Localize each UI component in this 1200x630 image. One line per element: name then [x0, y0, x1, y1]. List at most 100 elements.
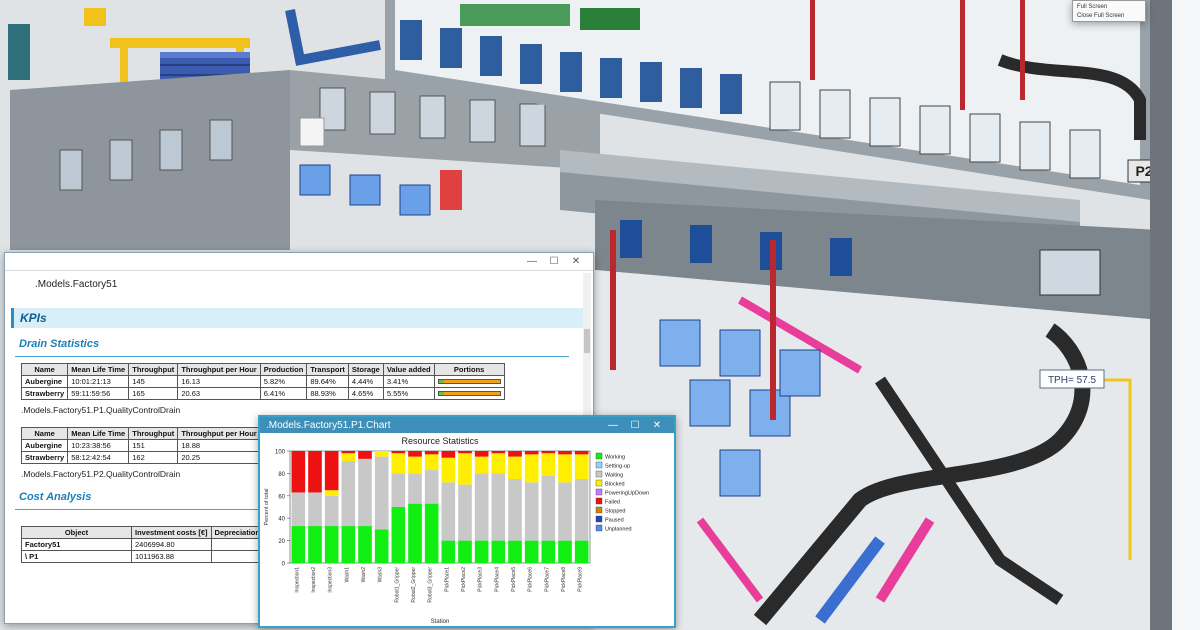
legend-entry: Blocked — [605, 482, 625, 488]
table-cell: 165 — [128, 387, 179, 400]
legend-swatch — [595, 497, 603, 505]
bar-segment — [458, 484, 472, 541]
bar-segment — [541, 540, 556, 563]
bar-segment — [508, 451, 522, 457]
legend-entry: Waiting — [605, 473, 623, 479]
x-tick-label: PickPlace7 — [544, 567, 550, 592]
table-cell: 58:12:42:54 — [67, 451, 130, 464]
section-divider — [15, 356, 569, 357]
bar-segment — [524, 540, 539, 563]
bar-segment — [358, 526, 372, 563]
bar-segment — [408, 503, 422, 563]
bar-segment — [508, 456, 522, 479]
bar-segment — [558, 482, 572, 541]
chart-title: Resource Statistics — [401, 436, 479, 446]
bar-segment — [324, 526, 339, 563]
table-cell: Factory51 — [21, 538, 132, 551]
chart-board — [299, 117, 325, 147]
bar-segment — [324, 495, 339, 527]
legend-swatch — [595, 452, 603, 460]
x-axis-label: Station — [431, 619, 450, 625]
bar-segment — [441, 540, 456, 563]
x-tick-label: PickPlace5 — [511, 567, 517, 592]
column-header: Object — [21, 526, 132, 539]
table-cell: 6.41% — [259, 387, 308, 400]
legend-entry: Failed — [605, 500, 620, 506]
table-cell: 1011963.88 — [131, 550, 212, 563]
bar-segment — [308, 451, 322, 493]
minimize-icon[interactable]: — — [521, 256, 543, 267]
legend-swatch — [595, 506, 603, 514]
maximize-icon[interactable]: ☐ — [624, 420, 646, 431]
menu-item-close-full-screen[interactable]: Close Full Screen — [1077, 12, 1141, 21]
bar-segment — [408, 456, 422, 474]
x-tick-label: PickPlace6 — [528, 567, 534, 592]
portions-bar-cell — [433, 375, 505, 388]
legend-entry: PoweringUpDown — [605, 491, 649, 497]
legend-entry: Paused — [605, 518, 624, 524]
legend-swatch — [595, 488, 603, 496]
table-cell: 20.25 — [177, 451, 261, 464]
report-path: .Models.Factory51 — [35, 279, 118, 290]
bar-segment — [491, 453, 506, 474]
bar-segment — [424, 451, 439, 455]
x-tick-label: PickPlace4 — [494, 567, 500, 592]
table-cell: Aubergine — [20, 375, 69, 388]
table-row: Strawberry 58:12:42:54 162 20.25 — [20, 451, 261, 464]
table-row: Aubergine 10:01:21:13 145 16.13 5.82% 89… — [20, 375, 505, 388]
bar-segment — [424, 454, 439, 471]
bar-segment — [541, 451, 556, 454]
chart-titlebar[interactable]: .Models.Factory51.P1.Chart — ☐ ✕ — [260, 417, 674, 433]
bar-segment — [424, 470, 439, 504]
x-tick-label: PickPlace2 — [461, 567, 467, 592]
x-tick-label: PickPlace3 — [478, 567, 484, 592]
bar-segment — [391, 453, 406, 474]
bar-segment — [574, 454, 589, 479]
table-cell: 89.64% — [306, 375, 349, 388]
bar-segment — [374, 529, 389, 563]
bar-segment — [491, 540, 506, 563]
column-header: Mean Life Time — [67, 363, 130, 376]
x-tick-label: Inspection3 — [328, 567, 334, 593]
maximize-icon[interactable]: ☐ — [543, 256, 565, 267]
table-cell: Strawberry — [20, 451, 69, 464]
report-titlebar[interactable]: — ☐ ✕ — [5, 253, 593, 271]
table-row: Strawberry 59:11:59:56 165 20.63 6.41% 8… — [20, 387, 505, 400]
y-tick-label: 20 — [278, 539, 285, 545]
table-cell: 4.44% — [347, 375, 384, 388]
menu-item-full-screen[interactable]: Full Screen — [1077, 3, 1141, 12]
x-tick-label: PickPlace8 — [561, 567, 567, 592]
resource-statistics-chart: Resource Statistics 0 20 40 60 80 100 Percent o… — [264, 436, 649, 625]
x-tick-label: Wash1 — [344, 567, 350, 583]
y-tick-label: 100 — [275, 450, 286, 456]
forklift — [84, 8, 106, 26]
table-cell: 18.88 — [177, 439, 261, 452]
table-cell: \ P1 — [21, 550, 132, 563]
bar-segment — [574, 451, 589, 455]
gantry-crane — [110, 38, 250, 48]
bar-segment — [424, 503, 439, 563]
column-header: Mean Life Time — [67, 427, 130, 440]
legend-entry: Setting-up — [605, 464, 630, 470]
table-header-row: Name Mean Life Time Throughput Throughpu… — [20, 363, 505, 376]
legend-entry: Stopped — [605, 509, 626, 515]
x-tick-label: Robot3_Gripper — [428, 567, 434, 603]
scrollbar-thumb[interactable] — [584, 329, 590, 353]
bar-segment — [524, 482, 539, 541]
bar-segment — [558, 454, 572, 483]
bar-segment — [308, 526, 322, 563]
bar-segment — [391, 451, 406, 454]
bar-segment — [524, 451, 539, 455]
table-cell: Strawberry — [20, 387, 69, 400]
column-header: Throughput — [128, 427, 179, 440]
minimize-icon[interactable]: — — [602, 420, 624, 431]
bar-segment — [474, 540, 489, 563]
tph-label: TPH= 57.5 — [1048, 375, 1097, 386]
table-header-row: Name Mean Life Time Throughput Throughpu… — [20, 427, 261, 440]
close-icon[interactable]: ✕ — [646, 420, 668, 431]
close-icon[interactable]: ✕ — [565, 256, 587, 267]
table-cell: 20.63 — [177, 387, 261, 400]
bar-segment — [574, 540, 589, 563]
x-tick-label: Wash3 — [378, 567, 384, 583]
table-cell: 162 — [128, 451, 179, 464]
